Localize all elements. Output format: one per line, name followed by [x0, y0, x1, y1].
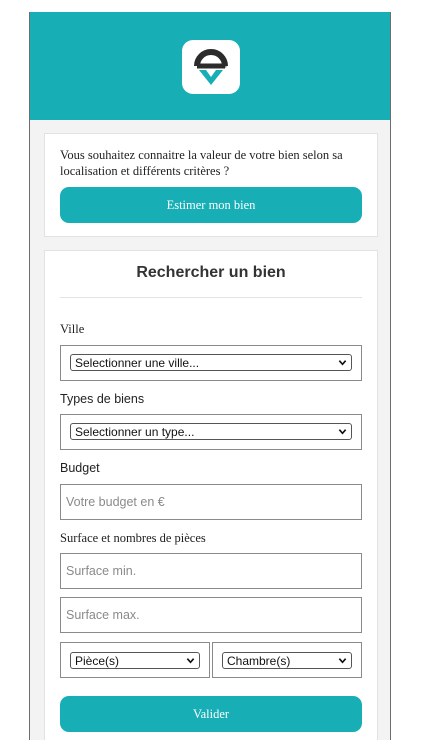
type-label: Types de biens — [60, 392, 145, 406]
budget-placeholder: Votre budget en € — [66, 495, 165, 509]
title-divider — [60, 297, 362, 298]
city-select-value: Selectionner une ville... — [75, 355, 200, 370]
svg-text:®: ® — [224, 64, 227, 69]
surface-max-placeholder: Surface max. — [66, 608, 140, 622]
bedrooms-field: Chambre(s) — [212, 642, 362, 678]
city-field: Selectionner une ville... — [60, 345, 362, 381]
city-label: Ville — [60, 322, 85, 336]
estimate-intro-text: Vous souhaitez connaitre la valeur de vo… — [60, 148, 343, 178]
surface-max-input[interactable]: Surface max. — [60, 597, 362, 633]
bedrooms-select-value: Chambre(s) — [227, 653, 291, 668]
rooms-select[interactable]: Pièce(s) — [70, 652, 200, 669]
surface-min-input[interactable]: Surface min. — [60, 553, 362, 589]
location-pin-logo-icon: ® — [194, 49, 228, 85]
search-card: Rechercher un bien Ville Selectionner un… — [44, 250, 378, 740]
chevron-down-icon — [338, 429, 347, 435]
search-title: Rechercher un bien — [136, 264, 286, 281]
rooms-field: Pièce(s) — [60, 642, 210, 678]
budget-label: Budget — [60, 461, 100, 475]
estimate-card: Vous souhaitez connaitre la valeur de vo… — [44, 133, 378, 237]
chevron-down-icon — [338, 360, 347, 366]
type-select-value: Selectionner un type... — [75, 424, 195, 439]
app-header: ® — [30, 12, 390, 120]
surface-label: Surface et nombres de pièces — [60, 531, 206, 545]
type-field: Selectionner un type... — [60, 414, 362, 450]
estimate-button[interactable]: Estimer mon bien — [60, 187, 362, 223]
chevron-down-icon — [338, 658, 347, 664]
rooms-select-value: Pièce(s) — [75, 653, 120, 668]
type-select[interactable]: Selectionner un type... — [70, 423, 352, 440]
app-frame: ® Vous souhaitez connaitre la valeur de … — [29, 12, 391, 740]
budget-input[interactable]: Votre budget en € — [60, 484, 362, 520]
bedrooms-select[interactable]: Chambre(s) — [222, 652, 352, 669]
city-select[interactable]: Selectionner une ville... — [70, 354, 352, 371]
surface-min-placeholder: Surface min. — [66, 564, 137, 578]
chevron-down-icon — [186, 658, 195, 664]
app-logo: ® — [182, 40, 240, 94]
validate-button[interactable]: Valider — [60, 696, 362, 732]
